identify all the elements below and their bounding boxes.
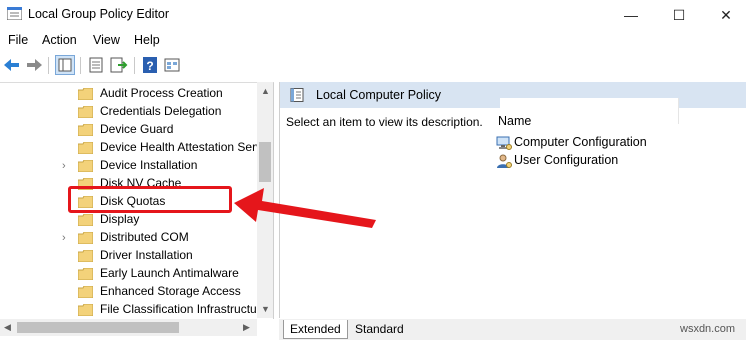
maximize-button[interactable]: ☐ (656, 0, 702, 30)
toolbar-separator (134, 57, 135, 74)
tree-item-label: Device Guard (100, 122, 174, 136)
tree-item-device-guard[interactable]: Device Guard (0, 121, 260, 139)
tree-item-device-health-attestation[interactable]: Device Health Attestation Serv (0, 139, 263, 157)
folder-icon (78, 268, 93, 280)
tree-item-label: Device Health Attestation Serv (100, 140, 263, 154)
back-arrow-icon[interactable] (2, 55, 22, 75)
folder-icon (78, 214, 93, 226)
name-column-label[interactable]: Name (498, 114, 531, 128)
details-header-title: Local Computer Policy (316, 88, 442, 102)
tree-item-audit-process-creation[interactable]: Audit Process Creation (0, 85, 260, 103)
chevron-right-icon[interactable]: › (62, 232, 66, 244)
tree-item-label: Audit Process Creation (100, 86, 223, 100)
tree-item-label: Distributed COM (100, 230, 189, 244)
folder-icon (78, 106, 93, 118)
window-title: Local Group Policy Editor (28, 7, 170, 21)
tree-item-label: Device Installation (100, 158, 198, 172)
chevron-right-icon[interactable]: › (62, 160, 66, 172)
tab-extended[interactable]: Extended (283, 320, 348, 339)
tree-item-display[interactable]: Display (0, 211, 260, 229)
folder-icon (78, 160, 93, 172)
toolbar-separator (80, 57, 81, 74)
annotation-highlight-box (68, 186, 232, 213)
policy-editor-app-icon (7, 7, 22, 20)
folder-icon (78, 286, 93, 298)
scroll-right-arrow-icon[interactable]: ▶ (243, 322, 250, 333)
svg-text:?: ? (146, 59, 153, 73)
scroll-up-arrow-icon[interactable]: ▲ (261, 86, 270, 96)
tree-item-credentials-delegation[interactable]: Credentials Delegation (0, 103, 260, 121)
help-icon[interactable]: ? (140, 55, 160, 75)
tree-item-early-launch-antimalware[interactable]: Early Launch Antimalware (0, 265, 260, 283)
horizontal-scroll-thumb[interactable] (17, 322, 179, 333)
tab-standard[interactable]: Standard (349, 320, 410, 338)
list-item-label: Computer Configuration (514, 135, 647, 149)
folder-icon (78, 250, 93, 262)
show-hide-tree-icon[interactable] (55, 55, 75, 75)
folder-icon (78, 232, 93, 244)
menu-help[interactable]: Help (134, 33, 160, 47)
computer-icon (496, 136, 512, 150)
description-text: Select an item to view its description. (286, 115, 483, 129)
policy-document-icon (290, 88, 304, 102)
toolbar-separator (48, 57, 49, 74)
scroll-left-arrow-icon[interactable]: ◀ (4, 322, 11, 333)
user-icon (497, 154, 512, 168)
scroll-down-arrow-icon[interactable]: ▼ (261, 304, 270, 314)
forward-arrow-icon[interactable] (24, 55, 44, 75)
menu-file[interactable]: File (8, 33, 28, 47)
menu-action[interactable]: Action (42, 33, 77, 47)
tree-item-device-installation[interactable]: › Device Installation (0, 157, 260, 175)
view-icon[interactable] (162, 55, 182, 75)
tree-item-distributed-com[interactable]: › Distributed COM (0, 229, 260, 247)
menu-view[interactable]: View (93, 33, 120, 47)
list-item-label: User Configuration (514, 153, 619, 167)
export-list-icon[interactable] (108, 55, 128, 75)
tree-item-driver-installation[interactable]: Driver Installation (0, 247, 260, 265)
tree-item-enhanced-storage-access[interactable]: Enhanced Storage Access (0, 283, 260, 301)
title-bar: Local Group Policy Editor — ☐ ✕ (0, 0, 746, 30)
view-tabs: Extended Standard (279, 319, 746, 340)
folder-icon (78, 124, 93, 136)
tree-item-label: Enhanced Storage Access (100, 284, 241, 298)
tree-item-label: File Classification Infrastructu (100, 302, 257, 316)
properties-icon[interactable] (86, 55, 106, 75)
folder-icon (78, 88, 93, 100)
tree-item-file-classification[interactable]: File Classification Infrastructu (0, 301, 260, 319)
tree-item-label: Credentials Delegation (100, 104, 222, 118)
details-pane: Local Computer Policy Name Select an ite… (279, 82, 746, 318)
minimize-button[interactable]: — (608, 0, 654, 30)
folder-icon (78, 304, 93, 316)
tree-item-label: Display (100, 212, 140, 226)
tree-vertical-scrollbar[interactable]: ▲ ▼ (257, 82, 273, 318)
tree-item-label: Driver Installation (100, 248, 193, 262)
toolbar: ? (0, 52, 746, 80)
watermark: wsxdn.com (680, 323, 736, 335)
vertical-scroll-thumb[interactable] (259, 142, 271, 182)
tree-horizontal-scrollbar[interactable]: ◀ ▶ (0, 319, 257, 336)
tree-item-label: Early Launch Antimalware (100, 266, 239, 280)
folder-icon (78, 142, 93, 154)
close-button[interactable]: ✕ (703, 0, 746, 30)
